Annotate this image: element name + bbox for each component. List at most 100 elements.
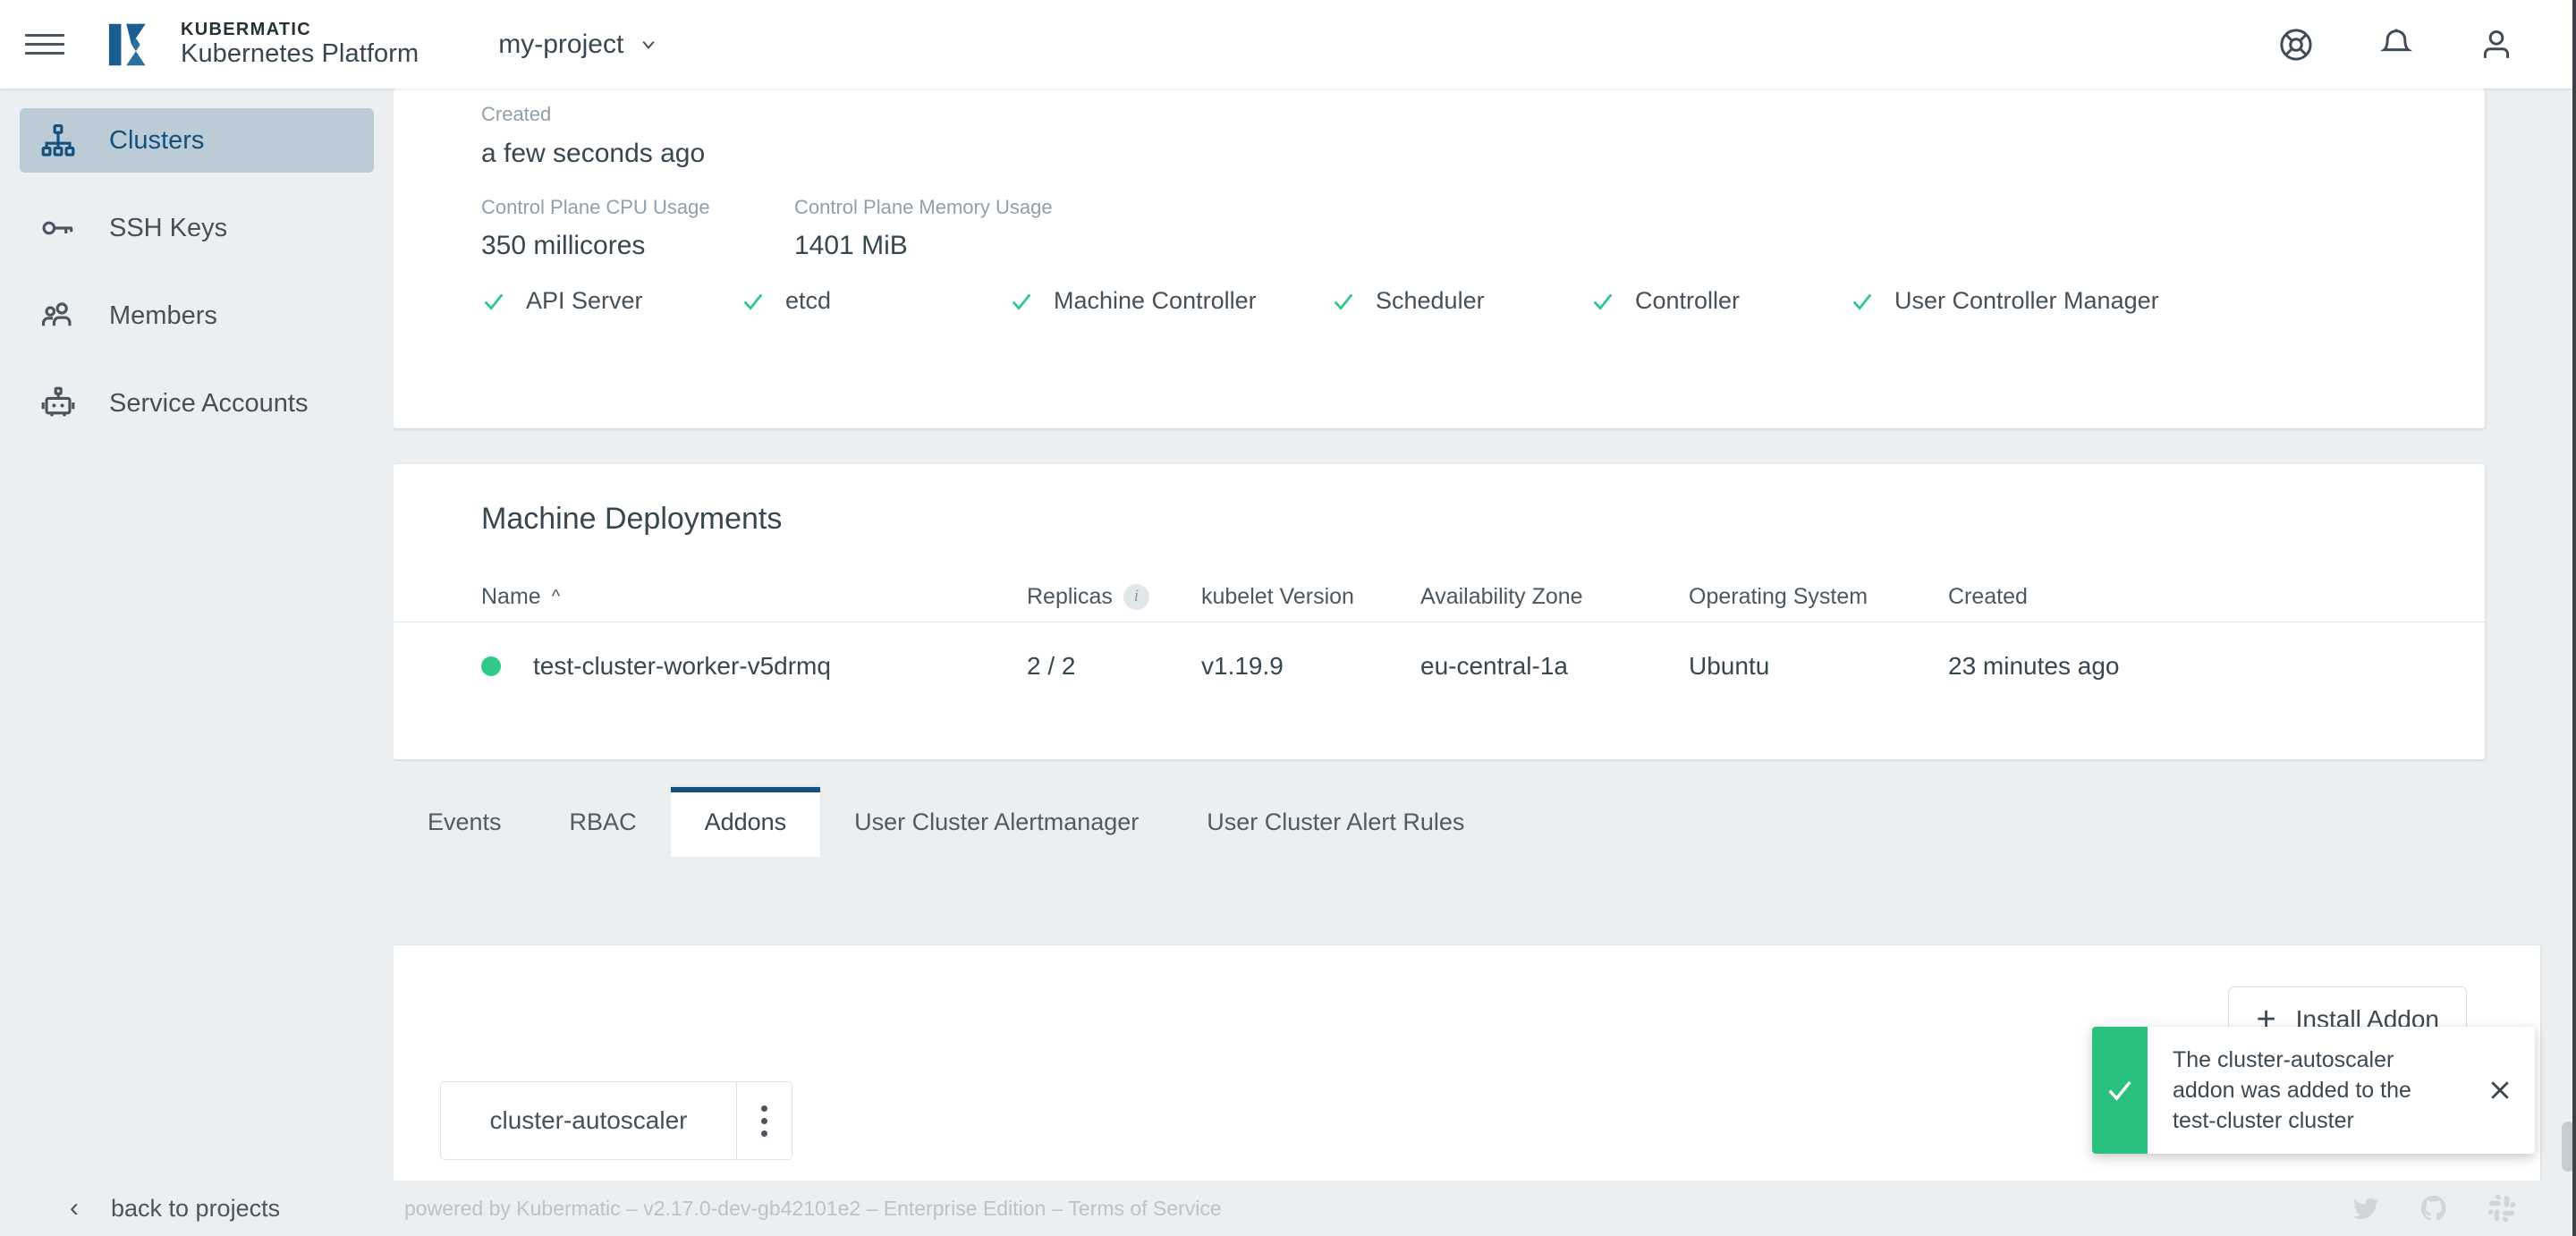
top-bar: KUBERMATIC Kubernetes Platform my-projec…	[0, 0, 2576, 89]
column-header-name[interactable]: Name ^	[481, 584, 1027, 610]
cell-operating-system: Ubuntu	[1689, 652, 1948, 681]
health-item-label: etcd	[785, 287, 831, 315]
twitter-icon[interactable]	[2351, 1193, 2381, 1223]
column-label: Name	[481, 584, 541, 610]
cell-name: test-cluster-worker-v5drmq	[481, 652, 1027, 681]
sidebar-item-members[interactable]: Members	[20, 284, 374, 348]
chevron-left-icon: ‹	[70, 1193, 79, 1223]
machine-deployments-table-header: Name ^ Replicas i kubelet Version Availa…	[481, 571, 2449, 622]
check-icon	[1850, 289, 1875, 314]
tab-label: Events	[428, 808, 502, 836]
health-item-label: API Server	[526, 287, 643, 315]
machine-deployments-card: Machine Deployments Name ^ Replicas i ku…	[394, 464, 2485, 759]
cluster-health-row: API Server etcd Machine Controller Sched…	[481, 287, 2404, 315]
created-value: a few seconds ago	[481, 139, 705, 169]
cluster-summary-card: Created a few seconds ago Control Plane …	[394, 89, 2485, 428]
cpu-usage-label: Control Plane CPU Usage	[481, 196, 794, 219]
table-row[interactable]: test-cluster-worker-v5drmq 2 / 2 v1.19.9…	[481, 622, 2449, 711]
cell-replicas: 2 / 2	[1027, 652, 1201, 681]
column-label: Replicas	[1027, 584, 1113, 610]
check-icon	[1009, 289, 1034, 314]
tab-addons[interactable]: Addons	[671, 787, 821, 857]
tab-events[interactable]: Events	[394, 787, 536, 857]
back-to-projects-label: back to projects	[111, 1195, 280, 1223]
health-item-label: Machine Controller	[1054, 287, 1257, 315]
health-item-user-controller-manager: User Controller Manager	[1850, 287, 2159, 315]
footer: ‹ back to projects powered by Kubermatic…	[0, 1181, 2576, 1236]
cell-kubelet-version: v1.19.9	[1201, 652, 1420, 681]
chevron-down-icon	[640, 36, 657, 54]
window-edge	[2572, 0, 2576, 1236]
content-inner: Created a few seconds ago Control Plane …	[394, 89, 2540, 759]
tab-label: RBAC	[570, 808, 637, 836]
brand: KUBERMATIC Kubernetes Platform	[106, 17, 419, 72]
kubermatic-logo-icon	[106, 17, 161, 72]
sidebar-item-clusters[interactable]: Clusters	[20, 108, 374, 173]
sidebar-item-ssh-keys[interactable]: SSH Keys	[20, 196, 374, 260]
health-item-machine-controller: Machine Controller	[1009, 287, 1331, 315]
control-plane-metrics: Control Plane CPU Usage 350 millicores C…	[481, 196, 1107, 261]
column-header-kubelet-version: kubelet Version	[1201, 584, 1420, 610]
cell-created: 23 minutes ago	[1948, 652, 2216, 681]
cluster-hierarchy-icon	[39, 122, 77, 159]
check-icon	[2105, 1075, 2135, 1105]
tab-user-cluster-alert-rules[interactable]: User Cluster Alert Rules	[1173, 787, 1498, 857]
column-header-operating-system: Operating System	[1689, 584, 1948, 610]
tab-user-cluster-alertmanager[interactable]: User Cluster Alertmanager	[820, 787, 1173, 857]
app-root: KUBERMATIC Kubernetes Platform my-projec…	[0, 0, 2576, 1236]
sidebar-item-label: Service Accounts	[109, 389, 308, 419]
robot-icon	[39, 385, 77, 422]
toast-close-button[interactable]	[2465, 1027, 2535, 1154]
tab-rbac[interactable]: RBAC	[536, 787, 671, 857]
health-item-label: User Controller Manager	[1894, 287, 2159, 315]
toast-notification: The cluster-autoscaler addon was added t…	[2092, 1027, 2535, 1154]
memory-usage-value: 1401 MiB	[794, 231, 1107, 261]
check-icon	[1331, 289, 1356, 314]
back-to-projects-button[interactable]: ‹ back to projects	[70, 1193, 280, 1223]
column-header-created: Created	[1948, 584, 2216, 610]
brand-title-top: KUBERMATIC	[181, 20, 419, 39]
sidebar-item-label: Clusters	[109, 126, 204, 156]
cpu-usage-metric: Control Plane CPU Usage 350 millicores	[481, 196, 794, 261]
health-item-label: Controller	[1635, 287, 1740, 315]
bell-icon[interactable]	[2377, 26, 2415, 63]
cluster-detail-tabs: Events RBAC Addons User Cluster Alertman…	[394, 787, 2540, 857]
footer-social-links	[2351, 1193, 2517, 1223]
tab-label: User Cluster Alert Rules	[1207, 808, 1464, 836]
project-selector[interactable]: my-project	[495, 21, 661, 69]
toast-message: The cluster-autoscaler addon was added t…	[2148, 1027, 2465, 1154]
created-field: Created a few seconds ago	[481, 103, 705, 169]
check-icon	[1590, 289, 1615, 314]
health-item-etcd: etcd	[741, 287, 1009, 315]
sidebar: Clusters SSH Keys Members	[0, 89, 394, 1236]
memory-usage-label: Control Plane Memory Usage	[794, 196, 1107, 219]
health-item-scheduler: Scheduler	[1331, 287, 1590, 315]
machine-deployments-title: Machine Deployments	[481, 502, 782, 537]
health-item-controller: Controller	[1590, 287, 1850, 315]
top-bar-actions	[2277, 26, 2515, 63]
addon-name[interactable]: cluster-autoscaler	[441, 1082, 736, 1159]
slack-icon[interactable]	[2487, 1193, 2517, 1223]
sidebar-item-label: Members	[109, 301, 217, 331]
people-icon	[39, 297, 77, 334]
sidebar-item-service-accounts[interactable]: Service Accounts	[20, 371, 374, 436]
machine-deployment-name: test-cluster-worker-v5drmq	[533, 652, 831, 681]
footer-powered-by[interactable]: powered by Kubermatic – v2.17.0-dev-gb42…	[404, 1197, 1222, 1221]
created-label: Created	[481, 103, 705, 126]
kebab-menu-icon[interactable]	[736, 1082, 792, 1159]
tab-label: Addons	[705, 808, 787, 836]
sidebar-item-label: SSH Keys	[109, 214, 227, 243]
sort-ascending-icon: ^	[552, 587, 560, 607]
help-lifebuoy-icon[interactable]	[2277, 26, 2315, 63]
check-icon	[481, 289, 506, 314]
memory-usage-metric: Control Plane Memory Usage 1401 MiB	[794, 196, 1107, 261]
addon-chip: cluster-autoscaler	[440, 1081, 792, 1160]
person-icon[interactable]	[2478, 26, 2515, 63]
hamburger-icon[interactable]	[25, 25, 64, 64]
key-icon	[39, 209, 77, 247]
info-icon[interactable]: i	[1123, 584, 1149, 610]
close-icon	[2487, 1077, 2513, 1104]
github-icon[interactable]	[2419, 1193, 2449, 1223]
tab-label: User Cluster Alertmanager	[854, 808, 1139, 836]
project-selector-label: my-project	[498, 30, 623, 60]
